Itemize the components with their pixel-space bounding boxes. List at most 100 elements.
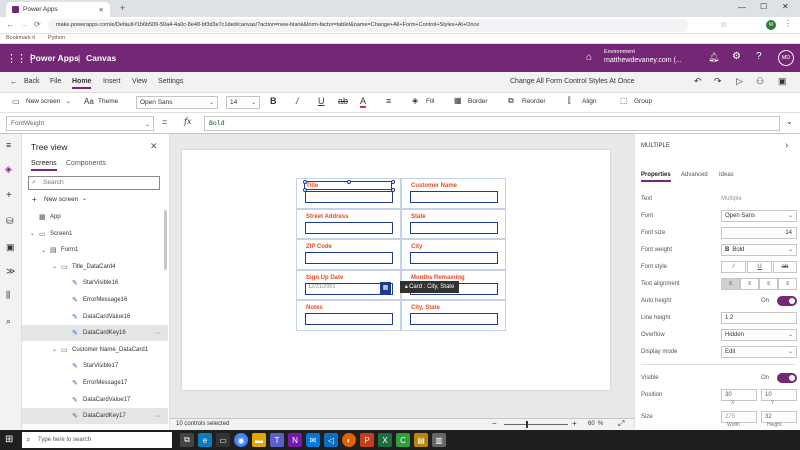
form-card[interactable]: Street Address [296,208,401,239]
tree-item[interactable]: ✎ DataCardValue17 [22,392,168,408]
align-left-icon[interactable]: ≡ [721,277,740,290]
app-screen[interactable]: Title Customer Name Street Address State ZIP… [182,150,610,390]
undo-icon[interactable]: ↶ [694,76,702,87]
form-card[interactable]: City [401,239,506,270]
text-align-icon[interactable]: ≡ [386,96,391,106]
chevron-down-icon[interactable]: ⌄ [41,247,46,254]
card-input[interactable] [305,191,393,203]
calendar-icon[interactable]: ▦ [380,281,391,294]
tree-new-screen-button[interactable]: New screen [44,196,78,203]
visible-toggle[interactable] [777,372,797,383]
more-options-icon[interactable]: ··· [154,330,161,337]
strikethrough-icon[interactable]: ab [773,260,797,273]
align-justify-icon[interactable]: ≡ [778,277,797,290]
browser-forward-icon[interactable]: → [20,20,28,29]
card-input[interactable] [305,313,393,325]
new-tab-icon[interactable]: + [120,3,125,13]
powerpoint-icon[interactable]: P [360,433,374,447]
profile-icon[interactable]: M [766,20,776,30]
tree-item[interactable]: ▦ App [22,209,168,225]
edge-icon[interactable]: e [198,433,212,447]
onenote-icon[interactable]: N [288,433,302,447]
tree-item[interactable]: ✎ StarVisible17 [22,358,168,374]
display-mode-dropdown[interactable]: Edit ⌄ [721,345,797,358]
back-arrow-icon[interactable]: ← [10,77,18,86]
share-icon[interactable]: ⚇ [756,76,764,87]
minimize-icon[interactable]: — [738,3,746,12]
url-field[interactable]: make.powerapps.com/e/Default-f1b6b509-50… [48,19,688,32]
card-input[interactable] [410,191,498,203]
chevron-down-icon[interactable]: ⌄ [52,263,57,270]
position-y-input[interactable]: 10 [761,388,797,401]
windows-start-icon[interactable]: ⊞ [5,434,13,445]
bookmark-item[interactable]: Bookmark it [6,35,35,41]
italic-icon[interactable]: / [721,260,746,273]
tree-item[interactable]: ✎ ErrorMessage16 [22,292,168,308]
height-input[interactable]: 32 [761,410,797,423]
teams-icon[interactable]: T [270,433,284,447]
close-icon[interactable]: ✕ [150,141,158,152]
font-size-input[interactable]: 14 [721,226,797,239]
tree-item[interactable]: ✎ DataCardKey16 ··· [22,325,168,342]
maximize-icon[interactable]: ☐ [760,2,767,11]
bookmark-item[interactable]: Python [48,35,65,41]
form-card[interactable]: Customer Name [401,178,506,209]
align-button[interactable]: Align [582,98,596,105]
border-button[interactable]: Border [468,98,488,105]
app-title[interactable]: Change All Form Control Styles At Once [510,78,635,85]
browser-back-icon[interactable]: ← [6,20,14,29]
font-weight-dropdown[interactable]: B Bold ⌄ [721,243,797,256]
app-icon[interactable]: ▥ [432,433,446,447]
mail-icon[interactable]: ✉ [306,433,320,447]
tree-item[interactable]: ✎ StarVisible16 [22,275,168,291]
back-button[interactable]: Back [24,78,40,85]
chevron-down-icon[interactable]: ⌄ [52,346,57,353]
hamburger-icon[interactable]: ≡ [6,140,11,150]
tree-scrollbar[interactable] [164,210,167,270]
tree-item[interactable]: ⌄ ▤ Form1 [22,242,168,258]
line-height-input[interactable]: 1.2 [721,311,797,324]
excel-icon[interactable]: X [378,433,392,447]
bell-icon[interactable]: 🔔︎ [708,52,719,63]
menu-settings[interactable]: Settings [158,78,183,85]
plus-icon[interactable]: + [6,190,12,201]
form-card[interactable]: Notes [296,300,401,331]
reload-icon[interactable]: ⟳ [34,20,41,29]
menu-insert[interactable]: Insert [103,78,121,85]
width-input[interactable]: 275 [721,410,757,423]
new-screen-button[interactable]: New screen [26,98,60,105]
group-button[interactable]: Group [634,98,652,105]
card-input[interactable] [410,221,498,234]
tab-advanced[interactable]: Advanced [681,172,708,178]
form-card[interactable]: City, State [401,300,506,331]
browser-tab[interactable]: Power Apps ✕ [6,2,110,17]
reorder-button[interactable]: Reorder [522,98,545,105]
formula-input[interactable]: Bold [204,116,780,131]
auto-height-toggle[interactable] [777,295,797,306]
menu-home[interactable]: Home [72,78,92,89]
underline-icon[interactable]: U [318,96,325,106]
tab-components[interactable]: Components [66,160,106,167]
taskbar-search-input[interactable]: ⌕ Type here to search [22,432,172,448]
position-x-input[interactable]: 30 [721,388,757,401]
play-icon[interactable]: ▷ [736,76,743,87]
bold-icon[interactable]: B [270,96,277,106]
task-view-icon[interactable]: ⧉ [180,433,194,447]
environment-value[interactable]: matthewdevaney.com (... [604,57,682,64]
zoom-slider[interactable] [504,424,568,425]
overflow-dropdown[interactable]: Hidden ⌄ [721,328,797,341]
tab-screens[interactable]: Screens [31,160,57,171]
font-size-select[interactable]: 14 ⌄ [226,96,260,109]
chevron-right-icon[interactable]: › [785,140,788,151]
card-input[interactable] [305,252,393,264]
variables-icon[interactable]: ⫼ [6,290,10,301]
help-icon[interactable]: ? [756,51,762,62]
browser-menu-icon[interactable]: ⋮ [784,19,792,28]
explorer-icon[interactable]: ▬ [252,433,266,447]
font-dropdown[interactable]: Open Sans ⌄ [721,209,797,222]
form-card[interactable]: ZIP Code [296,239,401,270]
more-options-icon[interactable]: ··· [154,413,161,420]
align-right-icon[interactable]: ≡ [759,277,778,290]
edit-form[interactable]: Title Customer Name Street Address State ZIP… [296,178,506,356]
tree-item[interactable]: ⌄ ▭ Customer Name_DataCard1 [22,342,168,358]
